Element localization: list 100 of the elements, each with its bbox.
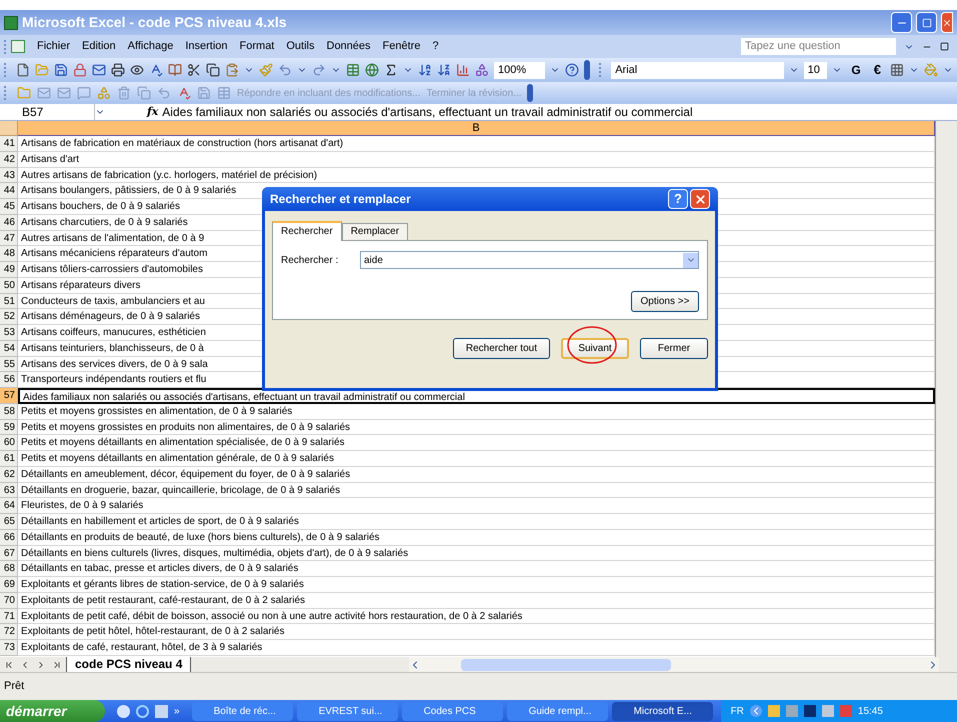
toolbar-grip[interactable] — [599, 63, 602, 77]
scissors-icon[interactable] — [186, 63, 201, 77]
row-header[interactable]: 53 — [0, 325, 18, 341]
taskbar-button[interactable]: Boîte de réc... — [192, 702, 293, 720]
function-icon[interactable]: fx — [147, 104, 158, 120]
row-header[interactable]: 46 — [0, 214, 18, 230]
name-box[interactable]: B57 — [0, 104, 95, 120]
help-icon[interactable] — [565, 63, 580, 77]
row-header[interactable]: 55 — [0, 356, 18, 372]
menu-item[interactable]: Insertion — [185, 38, 228, 55]
dialog-tab[interactable]: Rechercher — [272, 221, 342, 241]
row-header[interactable]: 59 — [0, 420, 18, 436]
sort-ascending-icon[interactable] — [418, 63, 432, 77]
tray-icon[interactable] — [804, 705, 816, 717]
toolbar-options-button[interactable] — [527, 84, 534, 102]
dialog-button[interactable]: Rechercher tout — [452, 338, 550, 359]
menu-item[interactable]: Affichage — [128, 38, 174, 55]
copy-icon[interactable] — [206, 63, 220, 77]
redo-icon[interactable] — [312, 63, 326, 77]
start-button[interactable]: démarrer — [0, 700, 105, 722]
options-button[interactable]: Options >> — [631, 291, 699, 312]
row-header[interactable]: 73 — [0, 640, 18, 656]
scroll-thumb[interactable] — [461, 658, 671, 670]
row-header[interactable]: 65 — [0, 514, 18, 530]
dialog-tab[interactable]: Remplacer — [342, 223, 408, 240]
lock-icon[interactable] — [72, 63, 87, 77]
row-header[interactable]: 45 — [0, 199, 18, 215]
horizontal-scrollbar[interactable] — [409, 657, 939, 672]
font-field[interactable]: Arial — [611, 62, 784, 78]
taskbar-button[interactable]: Guide rempl... — [506, 702, 608, 720]
taskbar-button[interactable]: Microsoft E... — [612, 702, 713, 720]
row-header[interactable]: 60 — [0, 435, 18, 451]
mail-icon[interactable] — [92, 63, 106, 77]
row-header[interactable]: 52 — [0, 309, 18, 325]
close-button[interactable] — [690, 189, 710, 209]
save-icon[interactable] — [54, 63, 68, 77]
printer-icon[interactable] — [110, 63, 125, 77]
row-header[interactable]: 63 — [0, 482, 18, 498]
help-button[interactable]: ? — [668, 189, 688, 209]
row-header[interactable]: 72 — [0, 624, 18, 640]
toolbar-grip[interactable] — [4, 63, 7, 77]
new-file-icon[interactable] — [16, 63, 30, 77]
browser-icon[interactable] — [136, 704, 149, 718]
preview-icon[interactable] — [130, 63, 144, 77]
menu-item[interactable]: Outils — [286, 38, 314, 55]
toolbar-grip[interactable] — [4, 86, 7, 100]
row-header[interactable]: 68 — [0, 561, 18, 577]
toolbar-grip[interactable] — [4, 40, 7, 54]
row-header[interactable]: 51 — [0, 294, 18, 310]
row-header[interactable]: 50 — [0, 278, 18, 294]
row-header[interactable]: 69 — [0, 577, 18, 593]
restore-workbook-icon[interactable] — [940, 42, 949, 51]
row-header[interactable]: 66 — [0, 530, 18, 546]
question-field[interactable]: Tapez une question — [741, 38, 896, 55]
close-button[interactable] — [941, 12, 953, 33]
paste-icon[interactable] — [224, 63, 239, 77]
row-header[interactable]: 67 — [0, 546, 18, 562]
first-sheet-icon[interactable] — [4, 660, 14, 670]
more-button[interactable]: » — [174, 704, 180, 718]
sort-descending-icon[interactable] — [436, 63, 451, 77]
shapes-icon[interactable] — [474, 63, 489, 77]
column-header[interactable]: B — [18, 121, 935, 136]
spell-check-icon[interactable] — [177, 86, 191, 100]
menu-item[interactable]: ? — [432, 38, 439, 55]
table-icon[interactable] — [346, 63, 360, 77]
borders-icon[interactable] — [890, 63, 904, 77]
row-header[interactable]: 54 — [0, 340, 18, 356]
menu-item[interactable]: Edition — [82, 38, 116, 55]
book-icon[interactable] — [168, 63, 182, 77]
row-header[interactable]: 61 — [0, 451, 18, 467]
row-header[interactable]: 44 — [0, 183, 18, 199]
bold-button[interactable]: G — [847, 61, 865, 79]
last-sheet-icon[interactable] — [52, 660, 62, 670]
zoom-field[interactable]: 100% — [494, 62, 546, 78]
toolbar-options-button[interactable] — [584, 60, 590, 80]
restore-button[interactable] — [916, 12, 937, 33]
row-header[interactable]: 57 — [0, 388, 18, 404]
quick-launch-icon[interactable] — [117, 704, 130, 718]
dialog-button[interactable]: Fermer — [640, 338, 708, 359]
taskbar-button[interactable]: Codes PCS — [402, 702, 503, 720]
formula-field[interactable]: Aides familiaux non salariés ou associés d'artisans, effectuant un travail administratif ou commercial — [162, 103, 693, 121]
row-header[interactable]: 49 — [0, 262, 18, 278]
chart-icon[interactable] — [456, 63, 470, 77]
taskbar-button[interactable]: EVREST sui... — [296, 702, 398, 720]
expand-tray-icon[interactable] — [750, 705, 762, 717]
row-header[interactable]: 43 — [0, 168, 18, 184]
row-header[interactable]: 58 — [0, 404, 18, 420]
row-header[interactable]: 48 — [0, 246, 18, 262]
font-size-field[interactable]: 10 — [804, 62, 828, 78]
globe-icon[interactable] — [364, 63, 379, 77]
row-header[interactable]: 70 — [0, 592, 18, 608]
undo-icon[interactable] — [278, 63, 292, 77]
row-header[interactable]: 47 — [0, 230, 18, 246]
vertical-scrollbar[interactable] — [935, 121, 957, 657]
row-header[interactable]: 71 — [0, 608, 18, 624]
menu-item[interactable]: Fichier — [37, 38, 70, 55]
menu-item[interactable]: Données — [326, 38, 371, 55]
row-header[interactable]: 41 — [0, 136, 18, 152]
row-header[interactable]: 42 — [0, 152, 18, 168]
menu-item[interactable]: Format — [240, 38, 274, 55]
